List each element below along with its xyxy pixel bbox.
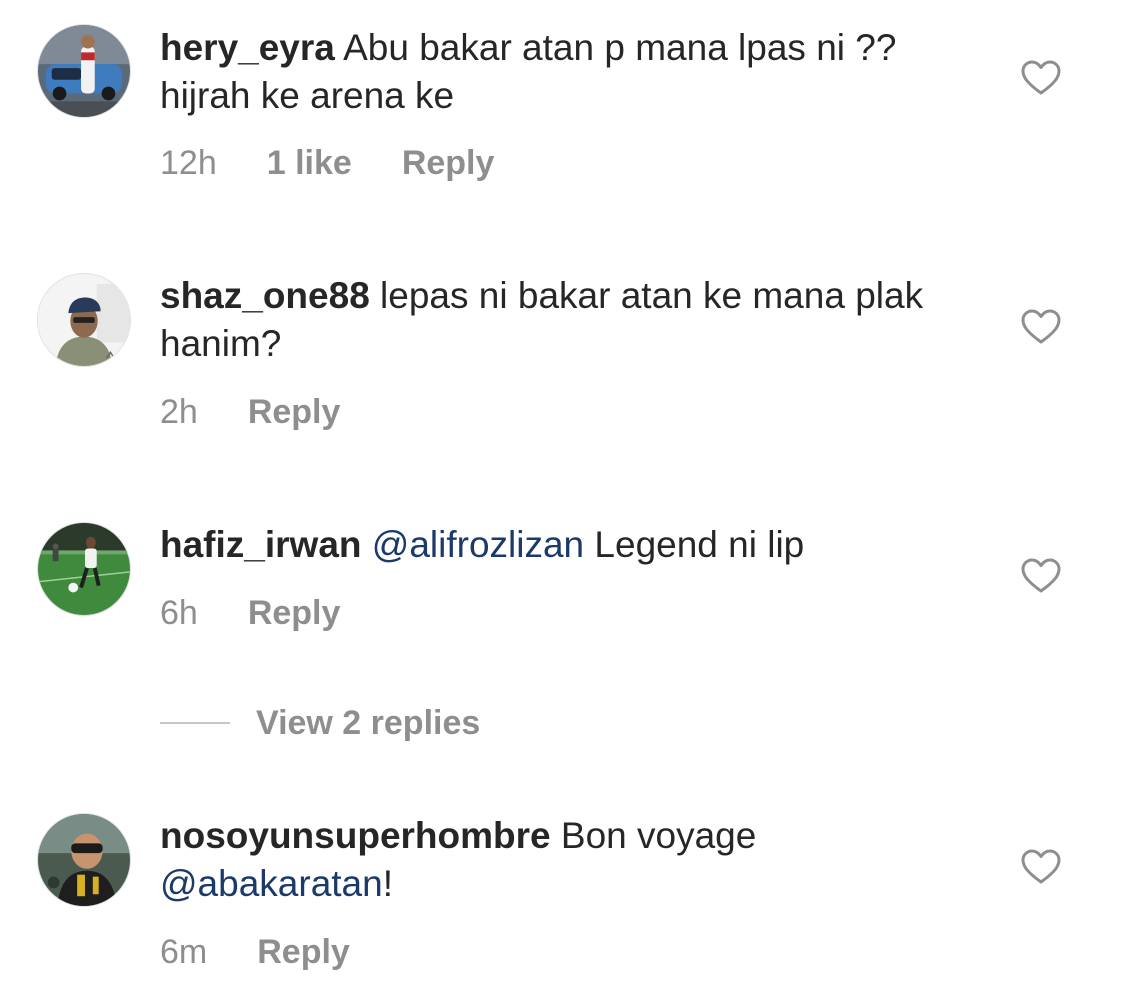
view-replies-divider <box>160 722 230 724</box>
like-heart-icon[interactable] <box>1021 558 1061 594</box>
heart-outline-icon <box>1021 849 1061 884</box>
like-heart-icon[interactable] <box>1021 60 1061 96</box>
user-avatar-football-photo <box>38 523 130 615</box>
user-avatar-car-photo <box>38 25 130 117</box>
user-avatar[interactable] <box>37 522 131 616</box>
like-heart-icon[interactable] <box>1021 849 1061 885</box>
view-replies-label: View 2 replies <box>256 704 481 742</box>
heart-outline-icon <box>1021 60 1061 95</box>
user-avatar[interactable] <box>37 273 131 367</box>
comment-username[interactable]: nosoyunsuperhombre <box>160 815 551 856</box>
comment-text: nosoyunsuperhombre Bon voyage @abakarata… <box>160 812 940 908</box>
user-avatar-diver-photo <box>38 814 130 906</box>
reply-button[interactable]: Reply <box>402 143 495 183</box>
reply-button[interactable]: Reply <box>257 932 350 972</box>
comment-text: hery_eyra Abu bakar atan p mana lpas ni … <box>160 24 940 120</box>
reply-button[interactable]: Reply <box>248 392 341 432</box>
comment-time: 6h <box>160 594 198 632</box>
comment-time: 6m <box>160 933 208 971</box>
user-avatar[interactable] <box>37 24 131 118</box>
comment-body-end: Legend ni lip <box>584 524 805 565</box>
comment-meta: 2h Reply <box>160 392 340 432</box>
comment-time: 2h <box>160 393 198 431</box>
comment-username[interactable]: hafiz_irwan <box>160 524 362 565</box>
comment-meta: 12h 1 like Reply <box>160 143 494 183</box>
reply-button[interactable]: Reply <box>248 593 341 633</box>
comment-text: shaz_one88 lepas ni bakar atan ke mana p… <box>160 272 940 368</box>
mention-link[interactable]: @abakaratan <box>160 863 383 904</box>
mention-link[interactable]: @alifrozlizan <box>372 524 584 565</box>
comment-likes-link[interactable]: 1 like <box>267 143 352 183</box>
comment-body <box>362 524 372 565</box>
like-heart-icon[interactable] <box>1021 309 1061 345</box>
comment-body: Bon voyage <box>550 815 757 856</box>
user-avatar-cap-photo <box>38 274 130 366</box>
comment-body-end: ! <box>382 863 393 904</box>
heart-outline-icon <box>1021 558 1061 593</box>
comment-meta: 6m Reply <box>160 932 350 972</box>
user-avatar[interactable] <box>37 813 131 907</box>
comment-username[interactable]: hery_eyra <box>160 27 335 68</box>
comment-time: 12h <box>160 144 217 182</box>
comment-username[interactable]: shaz_one88 <box>160 275 370 316</box>
comment-meta: 6h Reply <box>160 593 340 633</box>
view-replies-button[interactable]: View 2 replies <box>160 703 480 743</box>
comment-text: hafiz_irwan @alifrozlizan Legend ni lip <box>160 521 940 569</box>
heart-outline-icon <box>1021 309 1061 344</box>
